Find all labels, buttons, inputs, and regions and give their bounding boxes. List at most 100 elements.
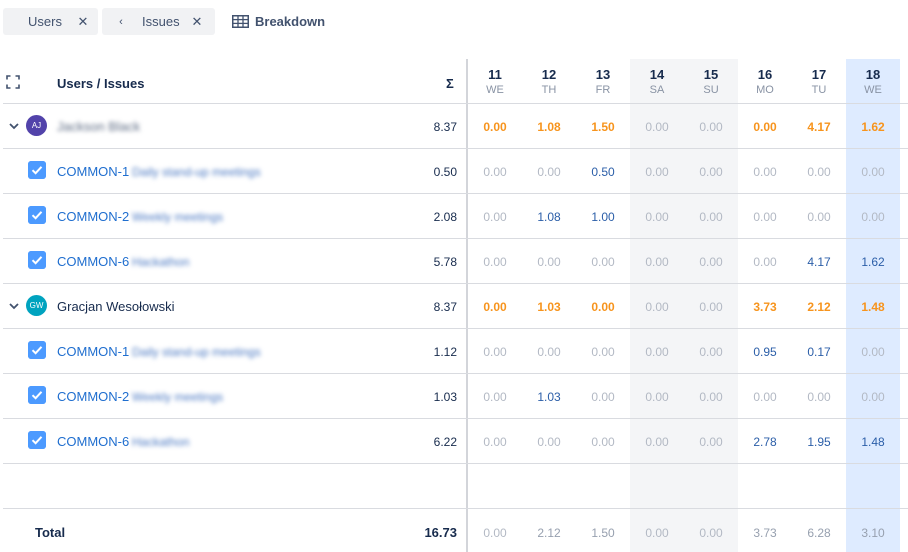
time-cell[interactable]: 0.00 — [630, 435, 684, 449]
time-cell[interactable]: 0.00 — [576, 435, 630, 449]
time-cell[interactable]: 0.00 — [738, 165, 792, 179]
issue-key-link[interactable]: COMMON-1 — [57, 344, 129, 359]
time-cell[interactable]: 0.00 — [468, 165, 522, 179]
time-cell[interactable]: 0.00 — [630, 210, 684, 224]
time-cell[interactable]: 0.00 — [792, 165, 846, 179]
issue-key-link[interactable]: COMMON-2 — [57, 389, 129, 404]
time-cell[interactable]: 0.00 — [684, 165, 738, 179]
time-cell[interactable]: 0.00 — [792, 210, 846, 224]
time-cell[interactable]: 0.00 — [630, 300, 684, 314]
time-cell[interactable]: 1.48 — [846, 300, 900, 314]
time-cell[interactable]: 1.03 — [522, 300, 576, 314]
expand-icon[interactable] — [6, 75, 20, 89]
time-cell[interactable]: 0.00 — [468, 120, 522, 134]
issue-key-link[interactable]: COMMON-1 — [57, 164, 129, 179]
time-cell[interactable]: 0.00 — [630, 165, 684, 179]
close-icon[interactable]: ✕ — [75, 8, 91, 35]
chevron-down-icon[interactable] — [8, 120, 20, 132]
time-cell[interactable]: 0.00 — [468, 390, 522, 404]
checkbox-icon[interactable] — [28, 341, 46, 359]
time-cell[interactable]: 0.00 — [846, 165, 900, 179]
time-cell[interactable]: 1.03 — [522, 390, 576, 404]
time-cell[interactable]: 0.00 — [684, 345, 738, 359]
issue-summary[interactable]: Weekly meetings — [132, 390, 223, 404]
time-cell[interactable]: 0.00 — [630, 345, 684, 359]
time-cell[interactable]: 0.00 — [684, 435, 738, 449]
issue-summary[interactable]: Hackathon — [132, 255, 189, 269]
time-cell[interactable]: 0.00 — [522, 165, 576, 179]
close-icon[interactable]: ✕ — [189, 8, 205, 35]
time-cell[interactable]: 0.00 — [738, 390, 792, 404]
time-cell[interactable]: 0.00 — [468, 435, 522, 449]
time-cell[interactable]: 0.00 — [738, 120, 792, 134]
time-cell[interactable]: 0.00 — [522, 255, 576, 269]
time-cell[interactable]: 0.00 — [576, 390, 630, 404]
time-cell[interactable]: 0.00 — [630, 255, 684, 269]
time-cell[interactable]: 0.00 — [468, 255, 522, 269]
avatar: AJ — [26, 115, 47, 136]
time-cell[interactable]: 4.17 — [792, 255, 846, 269]
time-cell[interactable]: 0.50 — [576, 165, 630, 179]
issue-summary[interactable]: Daily stand-up meetings — [132, 165, 261, 179]
time-cell[interactable]: 1.62 — [846, 255, 900, 269]
issue-key-link[interactable]: COMMON-2 — [57, 209, 129, 224]
time-cell[interactable]: 0.00 — [630, 120, 684, 134]
time-cell[interactable]: 1.95 — [792, 435, 846, 449]
time-cell[interactable]: 0.00 — [738, 255, 792, 269]
time-cell[interactable]: 0.00 — [576, 255, 630, 269]
time-cell[interactable]: 0.00 — [792, 390, 846, 404]
breakdown-button[interactable]: Breakdown — [232, 8, 325, 35]
issue-key-link[interactable]: COMMON-6 — [57, 434, 129, 449]
time-cell[interactable]: 1.50 — [576, 120, 630, 134]
time-cell[interactable]: 0.00 — [846, 345, 900, 359]
time-cell[interactable]: 0.00 — [468, 210, 522, 224]
chevron-left-icon[interactable]: ‹ — [115, 8, 127, 35]
time-cell[interactable]: 0.00 — [684, 300, 738, 314]
issue-summary[interactable]: Hackathon — [132, 435, 189, 449]
filter-chip-users[interactable]: Users ✕ — [3, 8, 98, 35]
issue-key-link[interactable]: COMMON-6 — [57, 254, 129, 269]
time-cell[interactable]: 0.00 — [684, 210, 738, 224]
issue-summary[interactable]: Daily stand-up meetings — [132, 345, 261, 359]
checkbox-icon[interactable] — [28, 206, 46, 224]
filter-chip-issues[interactable]: ‹ Issues ✕ — [102, 8, 215, 35]
checkbox-icon[interactable] — [28, 386, 46, 404]
time-cell[interactable]: 2.78 — [738, 435, 792, 449]
time-cell[interactable]: 3.73 — [738, 300, 792, 314]
time-cell[interactable]: 0.00 — [468, 300, 522, 314]
time-cell[interactable]: 4.17 — [792, 120, 846, 134]
day-number: 14 — [649, 67, 665, 82]
time-cell[interactable]: 0.00 — [684, 390, 738, 404]
checkbox-icon[interactable] — [28, 251, 46, 269]
time-cell[interactable]: 0.00 — [738, 210, 792, 224]
time-cell[interactable]: 0.00 — [846, 390, 900, 404]
time-cell[interactable]: 1.08 — [522, 120, 576, 134]
time-cell[interactable]: 0.00 — [684, 120, 738, 134]
checkbox-icon[interactable] — [28, 431, 46, 449]
issue-summary[interactable]: Weekly meetings — [132, 210, 223, 224]
time-cell[interactable]: 0.00 — [576, 345, 630, 359]
time-cell[interactable]: 0.17 — [792, 345, 846, 359]
row-sum: 1.03 — [433, 390, 457, 404]
total-cell: 1.50 — [591, 526, 615, 540]
time-cell[interactable]: 0.00 — [468, 345, 522, 359]
time-cell[interactable]: 0.00 — [522, 345, 576, 359]
time-cell[interactable]: 0.95 — [738, 345, 792, 359]
time-cell[interactable]: 2.12 — [792, 300, 846, 314]
time-cell[interactable]: 0.00 — [846, 210, 900, 224]
time-cell[interactable]: 0.00 — [630, 390, 684, 404]
time-cell[interactable]: 0.00 — [684, 255, 738, 269]
day-number: 17 — [811, 67, 827, 82]
time-cell[interactable]: 1.00 — [576, 210, 630, 224]
column-header-users-issues[interactable]: Users / Issues — [57, 76, 144, 91]
user-name[interactable]: Jackson Black — [57, 119, 140, 134]
chevron-down-icon[interactable] — [8, 300, 20, 312]
user-name[interactable]: Gracjan Wesołowski — [57, 299, 175, 314]
time-cell[interactable]: 0.00 — [522, 435, 576, 449]
time-cell[interactable]: 0.00 — [576, 300, 630, 314]
checkbox-icon[interactable] — [28, 161, 46, 179]
total-label: Total — [35, 525, 66, 540]
time-cell[interactable]: 1.62 — [846, 120, 900, 134]
time-cell[interactable]: 1.08 — [522, 210, 576, 224]
time-cell[interactable]: 1.48 — [846, 435, 900, 449]
